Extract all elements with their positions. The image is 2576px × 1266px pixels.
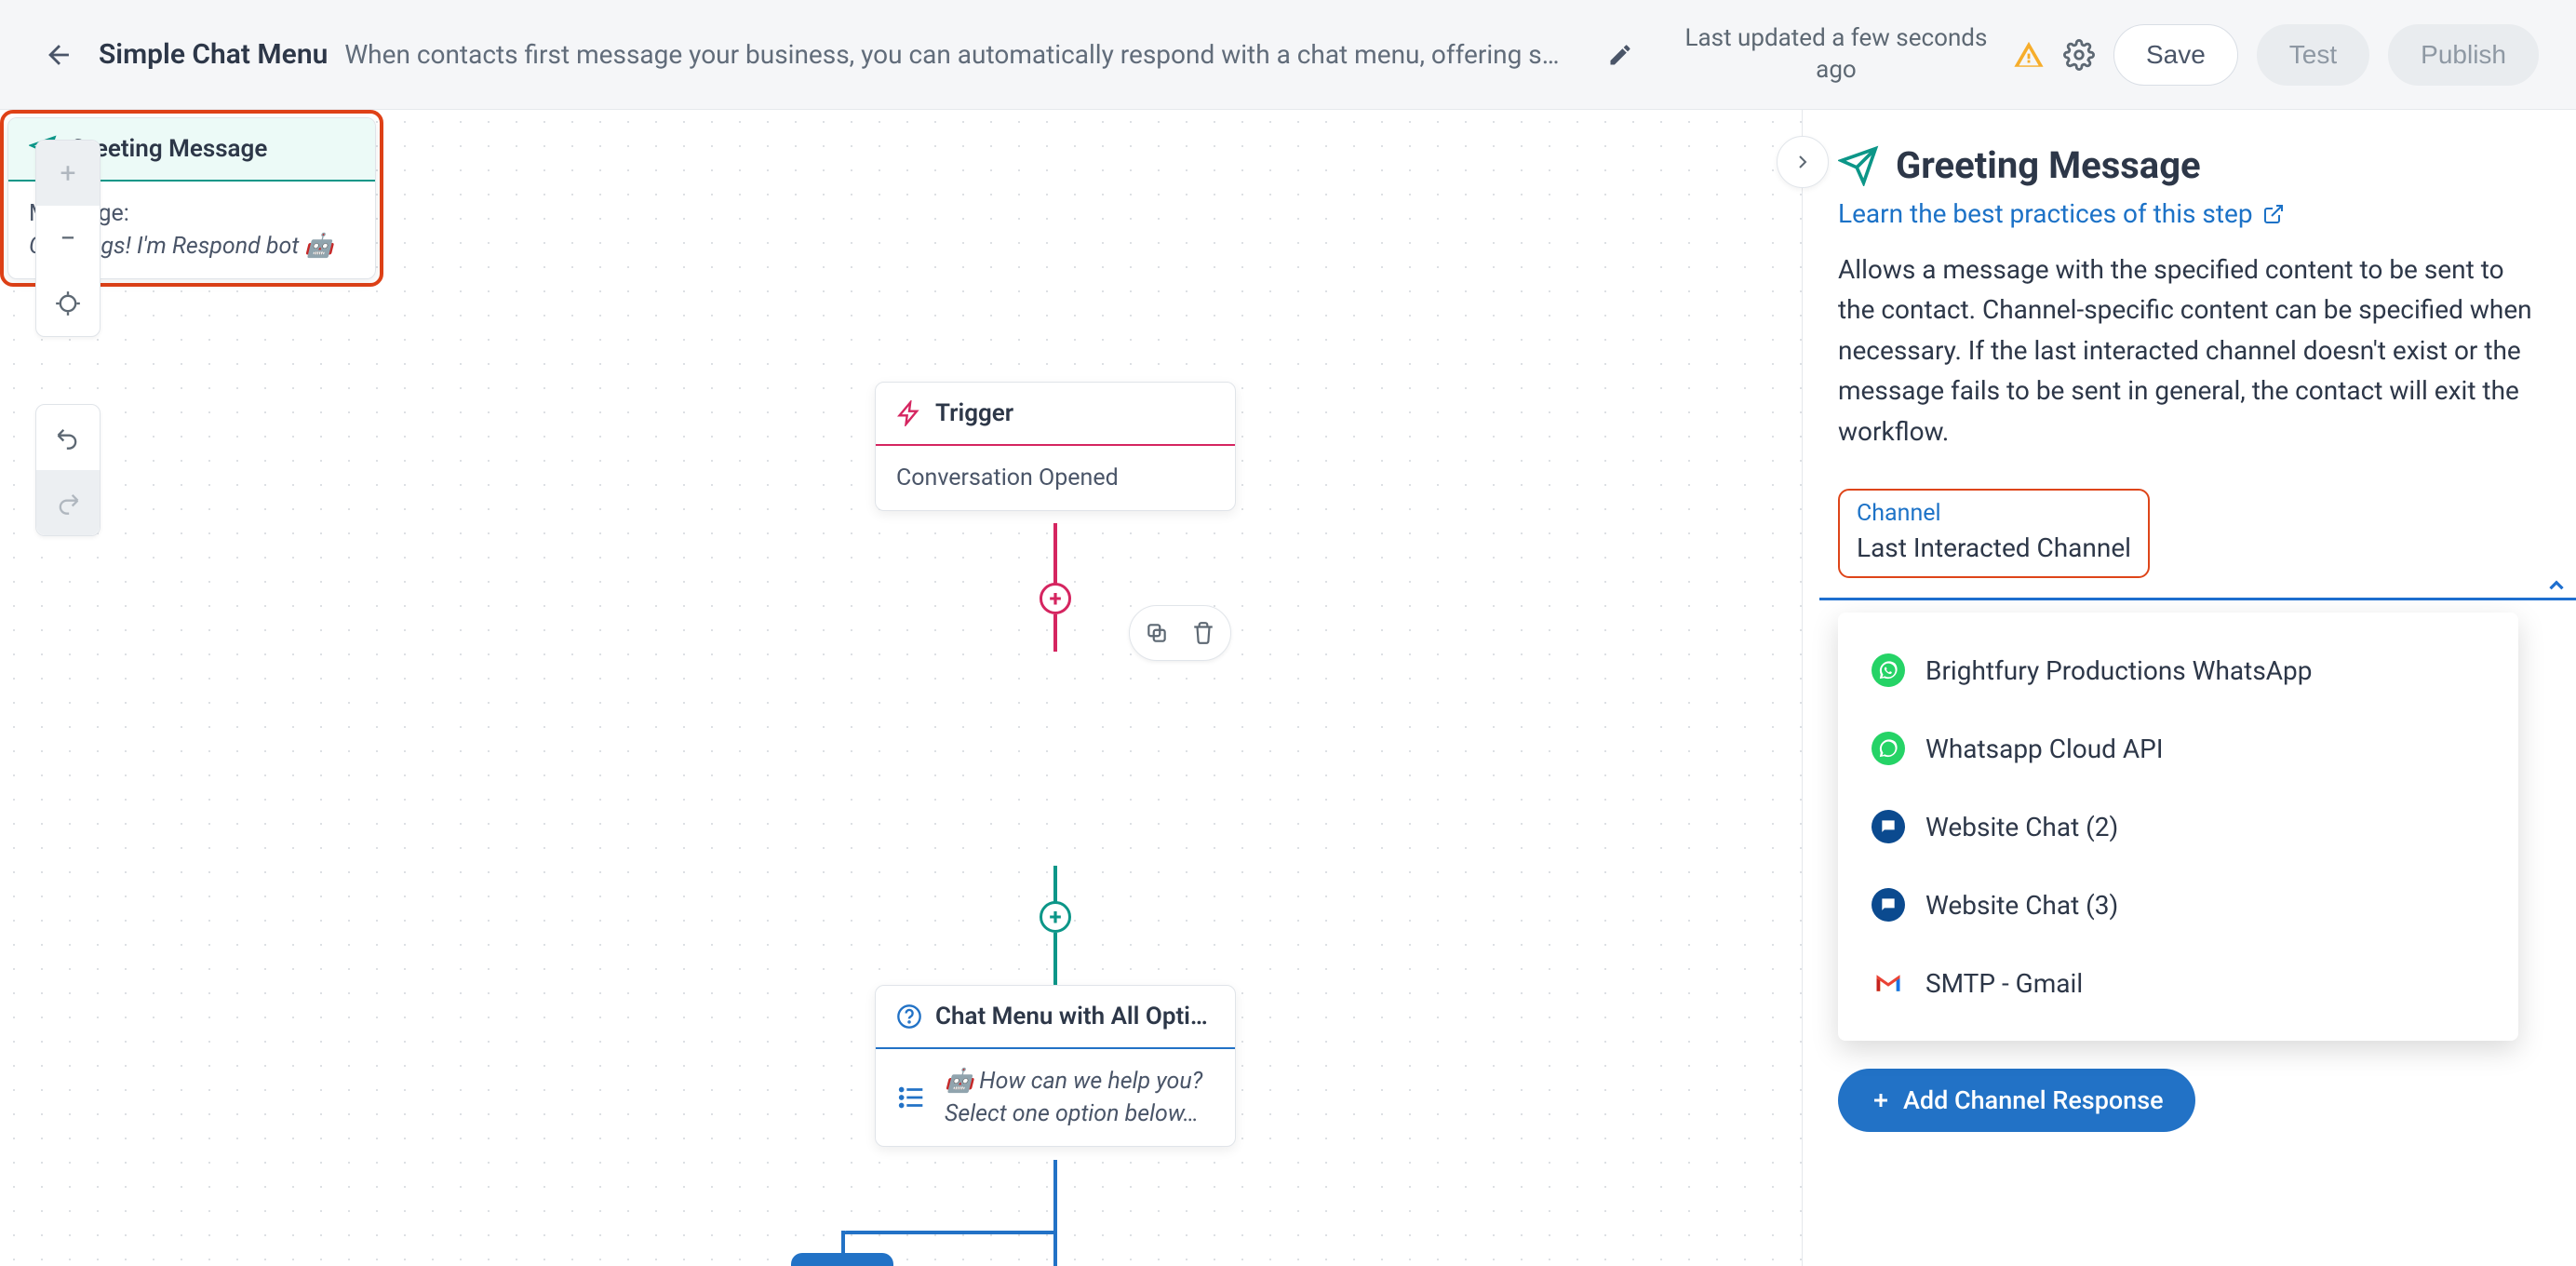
chat-menu-node-body: 🤖 How can we help you? Select one option… xyxy=(876,1049,1235,1146)
test-button[interactable]: Test xyxy=(2257,24,2369,86)
option-label: Brightfury Productions WhatsApp xyxy=(1925,655,2313,686)
zoom-fit-button[interactable] xyxy=(36,271,100,336)
add-channel-label: Add Channel Response xyxy=(1903,1085,2164,1115)
trigger-node-title: Trigger xyxy=(935,399,1013,427)
node-action-bar xyxy=(1129,605,1231,661)
arrow-left-icon xyxy=(44,39,75,71)
trigger-node-body: Conversation Opened xyxy=(876,446,1235,510)
send-icon xyxy=(1838,145,1879,186)
copy-icon xyxy=(1145,621,1169,645)
delete-node-button[interactable] xyxy=(1182,612,1225,654)
gmail-icon xyxy=(1872,966,1905,1000)
properties-panel: Greeting Message Learn the best practice… xyxy=(1802,110,2576,1266)
title-block: Simple Chat Menu When contacts first mes… xyxy=(99,38,1585,71)
connector-branch xyxy=(843,1231,1057,1234)
option-label: SMTP - Gmail xyxy=(1925,968,2083,999)
connector xyxy=(1053,614,1057,652)
page-title: Simple Chat Menu xyxy=(99,38,328,71)
dropdown-chevron[interactable] xyxy=(2544,573,2569,601)
chevron-up-icon xyxy=(2544,573,2569,598)
warning-icon[interactable] xyxy=(2013,39,2045,71)
question-icon xyxy=(896,1003,922,1030)
dropdown-underline xyxy=(1819,598,2576,600)
zoom-in-button[interactable]: + xyxy=(36,141,100,206)
trash-icon xyxy=(1191,621,1215,645)
channel-option-webchat-3[interactable]: Website Chat (3) xyxy=(1838,866,2518,944)
panel-description: Allows a message with the specified cont… xyxy=(1838,249,2541,451)
app-header: Simple Chat Menu When contacts first mes… xyxy=(0,0,2576,110)
plus-icon xyxy=(1870,1089,1892,1111)
whatsapp-icon xyxy=(1872,653,1905,687)
chat-menu-line2: Select one option below… xyxy=(945,1100,1202,1127)
chat-menu-node-header: Chat Menu with All Opti… xyxy=(876,986,1235,1049)
channel-field-label: Channel xyxy=(1857,500,2131,527)
channel-dropdown: Brightfury Productions WhatsApp Whatsapp… xyxy=(1838,613,2518,1041)
publish-button[interactable]: Publish xyxy=(2388,24,2539,86)
chat-menu-node-title: Chat Menu with All Opti… xyxy=(935,1003,1208,1030)
learn-more-link[interactable]: Learn the best practices of this step xyxy=(1838,198,2541,229)
trigger-node-header: Trigger xyxy=(876,383,1235,446)
lightning-icon xyxy=(896,400,922,426)
save-button[interactable]: Save xyxy=(2113,24,2238,86)
settings-icon[interactable] xyxy=(2063,39,2095,71)
add-channel-response-button[interactable]: Add Channel Response xyxy=(1838,1069,2195,1132)
collapse-panel-button[interactable] xyxy=(1777,136,1829,188)
undo-icon xyxy=(55,424,81,451)
channel-option-whatsapp-2[interactable]: Whatsapp Cloud API xyxy=(1838,709,2518,788)
page-description: When contacts first message your busines… xyxy=(344,39,1585,70)
learn-more-text: Learn the best practices of this step xyxy=(1838,198,2253,229)
panel-title: Greeting Message xyxy=(1838,143,2541,187)
trigger-node-text: Conversation Opened xyxy=(896,465,1119,492)
last-updated-text: Last updated a few seconds ago xyxy=(1678,23,1994,87)
external-link-icon xyxy=(2262,203,2285,225)
chat-icon xyxy=(1872,888,1905,922)
edit-description-button[interactable] xyxy=(1602,36,1639,74)
channel-option-whatsapp-1[interactable]: Brightfury Productions WhatsApp xyxy=(1838,631,2518,709)
add-step-button-2[interactable]: + xyxy=(1040,901,1071,933)
redo-button[interactable] xyxy=(36,470,100,535)
option-label: Website Chat (3) xyxy=(1925,890,2118,921)
list-icon xyxy=(896,1082,928,1113)
chevron-right-icon xyxy=(1791,151,1814,173)
chat-menu-node[interactable]: Chat Menu with All Opti… 🤖 How can we he… xyxy=(875,985,1236,1147)
locate-icon xyxy=(55,290,81,316)
redo-icon xyxy=(55,490,81,516)
pencil-icon xyxy=(1607,42,1633,68)
chat-icon xyxy=(1872,810,1905,843)
option-label: Whatsapp Cloud API xyxy=(1925,734,2163,764)
trigger-node[interactable]: Trigger Conversation Opened xyxy=(875,382,1236,511)
connector xyxy=(1053,1160,1057,1266)
undo-button[interactable] xyxy=(36,405,100,470)
channel-select[interactable]: Channel Last Interacted Channel xyxy=(1838,489,2150,578)
zoom-panel: + − xyxy=(35,140,101,337)
back-button[interactable] xyxy=(37,33,82,77)
undo-panel xyxy=(35,404,101,536)
chat-menu-line1: 🤖 How can we help you? xyxy=(945,1068,1202,1095)
connector xyxy=(1053,933,1057,985)
channel-option-webchat-2[interactable]: Website Chat (2) xyxy=(1838,788,2518,866)
channel-field-value: Last Interacted Channel xyxy=(1857,532,2131,563)
header-right: Last updated a few seconds ago Save Test… xyxy=(1678,23,2539,87)
zoom-out-button[interactable]: − xyxy=(36,206,100,271)
channel-option-gmail[interactable]: SMTP - Gmail xyxy=(1838,944,2518,1022)
add-step-button-1[interactable]: + xyxy=(1040,583,1071,614)
panel-title-text: Greeting Message xyxy=(1896,143,2201,187)
whatsapp-icon xyxy=(1872,732,1905,765)
option-label: Website Chat (2) xyxy=(1925,812,2118,842)
collapsed-node-stub[interactable] xyxy=(791,1253,893,1266)
duplicate-node-button[interactable] xyxy=(1135,612,1178,654)
